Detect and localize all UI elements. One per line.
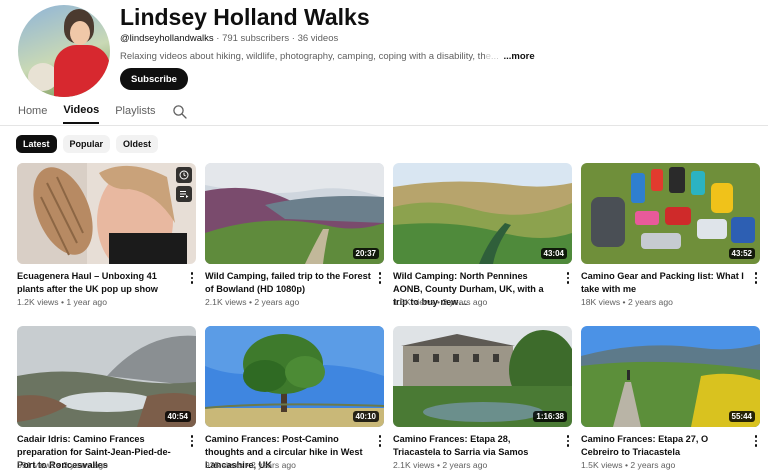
video-thumbnail[interactable] [17,163,196,264]
video-meta: 2.1K views • 2 years ago [393,460,488,470]
view-count: 2.1K views [205,297,247,307]
video-duration: 43:04 [540,248,567,259]
clock-icon[interactable] [176,167,192,183]
kebab-icon[interactable] [752,434,760,448]
video-thumbnail[interactable]: 40:10 [205,326,384,427]
kebab-icon[interactable] [564,434,572,448]
channel-avatar[interactable] [18,5,110,97]
video-thumbnail[interactable]: 43:04 [393,163,572,264]
description-fade: e... [485,51,499,62]
chip-popular[interactable]: Popular [62,135,111,153]
video-thumbnail[interactable]: 20:37 [205,163,384,264]
kebab-icon[interactable] [752,271,760,285]
video-card[interactable]: 43:52 Camino Gear and Packing list: What… [581,163,760,307]
sort-chips: Latest Popular Oldest [16,135,164,153]
upload-age: 2 years ago [254,297,300,307]
video-card[interactable]: 40:54 Cadair Idris: Camino Frances prepa… [17,326,196,470]
video-thumbnail[interactable]: 43:52 [581,163,760,264]
tab-videos[interactable]: Videos [63,104,100,124]
queue-icon[interactable] [176,186,192,202]
channel-tabs: Home Videos Playlists [18,104,188,124]
tab-home[interactable]: Home [18,105,47,123]
avatar-face [70,21,90,45]
video-meta: 18K views • 2 years ago [581,297,673,307]
video-duration: 40:10 [352,411,379,422]
view-count: 1.5K views [581,460,623,470]
video-duration: 40:54 [164,411,191,422]
video-meta: 1.2K views • 1 year ago [17,297,107,307]
video-meta: 2.1K views • 2 years ago [205,297,300,307]
view-count: 2.1K views [393,460,435,470]
tab-divider [0,125,768,126]
kebab-icon[interactable] [376,434,384,448]
video-duration: 20:37 [352,248,379,259]
kebab-icon[interactable] [376,271,384,285]
video-card[interactable]: Ecuagenera Haul – Unboxing 41 plants aft… [17,163,196,307]
video-meta: 935 views • 2 years ago [205,460,296,470]
video-duration: 1:16:38 [533,411,567,422]
avatar-coat [54,45,110,97]
video-title[interactable]: Wild Camping, failed trip to the Forest … [205,270,371,296]
thumbnail-image [17,163,196,264]
view-count: 18K views [581,297,621,307]
channel-handle: @lindseyhollandwalks [120,33,214,44]
upload-age: 2 years ago [627,297,673,307]
search-icon[interactable] [172,104,188,120]
video-card[interactable]: 43:04 Wild Camping: North Pennines AONB,… [393,163,572,307]
video-meta: 1.5K views • 2 years ago [393,297,488,307]
video-count: 36 videos [297,33,339,44]
subscribe-button[interactable]: Subscribe [120,68,188,90]
chip-oldest[interactable]: Oldest [116,135,159,153]
video-title[interactable]: Camino Frances: Etapa 27, O Cebreiro to … [581,433,747,459]
video-duration: 55:44 [728,411,755,422]
upload-age: 2 years ago [251,460,296,470]
subscriber-count: 791 subscribers [222,33,290,44]
video-card[interactable]: 20:37 Wild Camping, failed trip to the F… [205,163,384,307]
kebab-icon[interactable] [564,271,572,285]
channel-title: Lindsey Holland Walks [120,4,370,30]
video-meta: 591 views • 2 years ago [17,460,108,470]
kebab-icon[interactable] [188,434,196,448]
video-title[interactable]: Camino Frances: Etapa 28, Triacastela to… [393,433,559,459]
video-title[interactable]: Camino Gear and Packing list: What I tak… [581,270,747,296]
video-thumbnail[interactable]: 55:44 [581,326,760,427]
video-card[interactable]: 1:16:38 Camino Frances: Etapa 28, Triaca… [393,326,572,470]
channel-meta: @lindseyhollandwalks · 791 subscribers ·… [120,33,338,44]
upload-age: 1 year ago [66,297,107,307]
upload-age: 2 years ago [442,460,488,470]
video-title[interactable]: Ecuagenera Haul – Unboxing 41 plants aft… [17,270,183,296]
tab-playlists[interactable]: Playlists [115,105,155,123]
video-duration: 43:52 [728,248,755,259]
description-text: Relaxing videos about hiking, wildlife, … [120,51,486,62]
hover-actions [176,167,192,205]
view-count: 1.5K views [393,297,435,307]
view-count: 935 views [205,460,244,470]
view-count: 1.2K views [17,297,59,307]
video-thumbnail[interactable]: 40:54 [17,326,196,427]
video-meta: 1.5K views • 2 years ago [581,460,676,470]
more-link[interactable]: ...more [503,51,534,62]
chip-latest[interactable]: Latest [16,135,57,153]
view-count: 591 views [17,460,56,470]
video-thumbnail[interactable]: 1:16:38 [393,326,572,427]
upload-age: 2 years ago [442,297,488,307]
channel-description[interactable]: Relaxing videos about hiking, wildlife, … [120,51,535,62]
upload-age: 2 years ago [630,460,676,470]
kebab-icon[interactable] [188,271,196,285]
upload-age: 2 years ago [63,460,108,470]
video-card[interactable]: 55:44 Camino Frances: Etapa 27, O Cebrei… [581,326,760,470]
video-card[interactable]: 40:10 Camino Frances: Post-Camino though… [205,326,384,470]
